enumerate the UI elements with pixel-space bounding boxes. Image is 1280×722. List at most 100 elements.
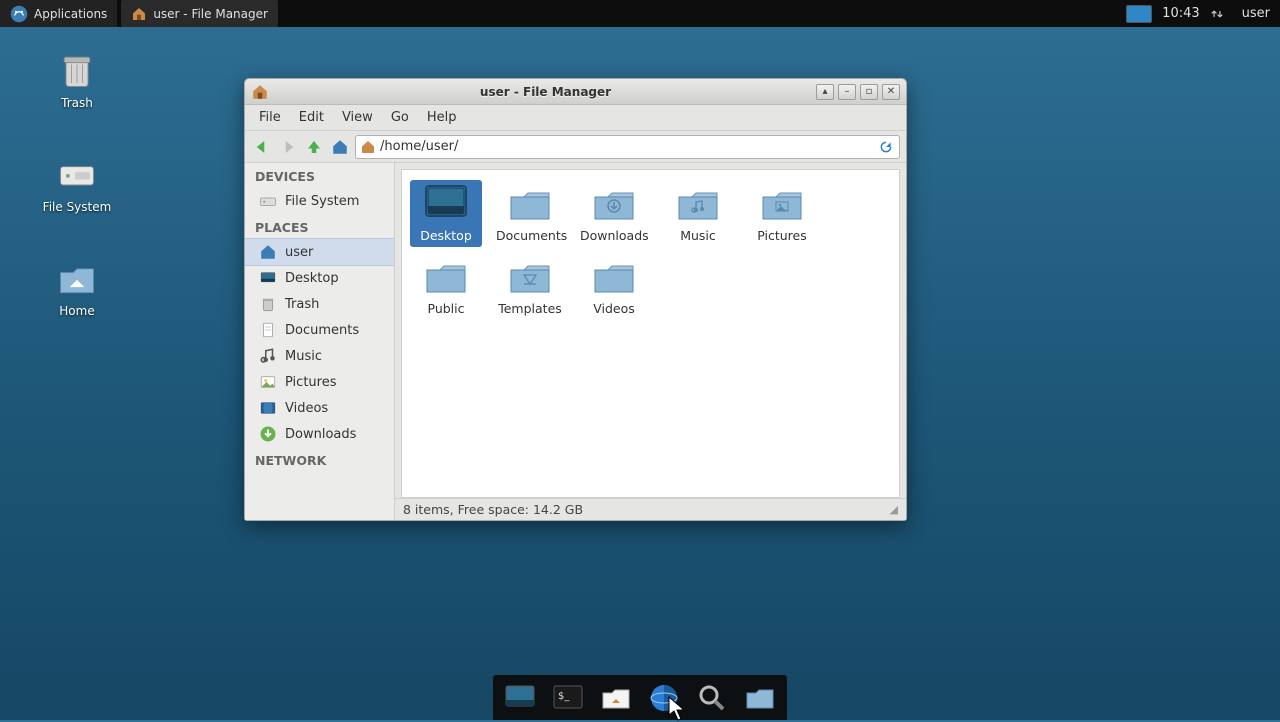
music-icon (259, 347, 277, 365)
sidebar-item-downloads[interactable]: Downloads (245, 421, 394, 447)
dock: $_ (493, 675, 787, 720)
folder-label: Templates (496, 301, 564, 316)
dock-user-folder[interactable] (741, 681, 779, 715)
location-bar[interactable]: /home/user/ (355, 135, 900, 159)
dock-app-finder[interactable] (693, 681, 731, 715)
folder-icon (506, 257, 554, 297)
dock-web-browser[interactable] (645, 681, 683, 715)
folder-icon (590, 257, 638, 297)
folder-label: Pictures (748, 228, 816, 243)
window-title: user - File Manager (275, 85, 816, 99)
file-manager-body: DEVICES File System PLACES userDesktopTr… (245, 163, 906, 520)
trash-icon (259, 295, 277, 313)
sidebar-item-label: Documents (285, 323, 359, 338)
home-icon (360, 139, 376, 155)
folder-label: Videos (580, 301, 648, 316)
sidebar-item-label: Downloads (285, 427, 356, 442)
dock-file-manager[interactable] (597, 681, 635, 715)
window-close-button[interactable]: ✕ (882, 84, 900, 100)
statusbar-text: 8 items, Free space: 14.2 GB (403, 502, 583, 517)
folder-pictures[interactable]: Pictures (746, 180, 818, 247)
folder-label: Desktop (412, 228, 480, 243)
taskbar-item-label: user - File Manager (153, 7, 268, 21)
menu-help[interactable]: Help (419, 107, 465, 128)
xfce-logo-icon (10, 5, 28, 23)
pictures-icon (259, 373, 277, 391)
window-maximize-button[interactable]: ▫ (860, 84, 878, 100)
sidebar-item-label: Music (285, 349, 322, 364)
network-icon[interactable] (1210, 7, 1224, 21)
taskbar-item-file-manager[interactable]: user - File Manager (121, 0, 278, 27)
home-icon (131, 6, 147, 22)
content-wrap: Desktop Documents Downloads Music Pictures Pu… (395, 163, 906, 520)
applications-menu-button[interactable]: Applications (0, 0, 117, 27)
folder-templates[interactable]: Templates (494, 253, 566, 320)
toolbar: /home/user/ (245, 131, 906, 163)
sidebar-item-videos[interactable]: Videos (245, 395, 394, 421)
sidebar-heading-devices: DEVICES (245, 163, 394, 188)
menu-file[interactable]: File (251, 107, 289, 128)
folder-documents[interactable]: Documents (494, 180, 566, 247)
folder-label: Public (412, 301, 480, 316)
menu-go[interactable]: Go (383, 107, 417, 128)
dock-show-desktop[interactable] (501, 681, 539, 715)
home-button[interactable] (329, 136, 351, 158)
home-icon (259, 243, 277, 261)
menu-edit[interactable]: Edit (291, 107, 332, 128)
window-minimize-button[interactable]: – (838, 84, 856, 100)
sidebar-item-filesystem[interactable]: File System (245, 188, 394, 214)
folder-icon (590, 184, 638, 224)
folder-music[interactable]: Music (662, 180, 734, 247)
menubar: File Edit View Go Help (245, 105, 906, 131)
folder-public[interactable]: Public (410, 253, 482, 320)
sidebar-item-label: Videos (285, 401, 328, 416)
drive-icon (259, 192, 277, 210)
window-controls: ▴ – ▫ ✕ (816, 84, 900, 100)
resize-grip[interactable]: ◢ (890, 503, 898, 516)
folder-label: Music (664, 228, 732, 243)
user-menu[interactable]: user (1234, 6, 1270, 21)
top-panel: Applications user - File Manager 10:43 u… (0, 0, 1280, 27)
file-manager-window: user - File Manager ▴ – ▫ ✕ File Edit Vi… (244, 78, 907, 521)
sidebar-item-trash[interactable]: Trash (245, 291, 394, 317)
home-icon (251, 83, 269, 101)
sidebar-heading-network: NETWORK (245, 447, 394, 472)
desktop-icon (259, 269, 277, 287)
sidebar-item-documents[interactable]: Documents (245, 317, 394, 343)
drive-icon (55, 152, 99, 196)
folder-view[interactable]: Desktop Documents Downloads Music Pictures Pu… (401, 169, 900, 498)
sidebar-item-user[interactable]: user (245, 239, 394, 265)
dock-terminal[interactable]: $_ (549, 681, 587, 715)
home-folder-icon (55, 256, 99, 300)
panel-tray: 10:43 user (1126, 0, 1280, 27)
back-button[interactable] (251, 136, 273, 158)
menu-view[interactable]: View (334, 107, 381, 128)
folder-downloads[interactable]: Downloads (578, 180, 650, 247)
titlebar[interactable]: user - File Manager ▴ – ▫ ✕ (245, 79, 906, 105)
desktop-icon-label: File System (32, 200, 122, 214)
sidebar-heading-places: PLACES (245, 214, 394, 239)
reload-button[interactable] (877, 138, 895, 156)
trash-icon (55, 48, 99, 92)
window-rollup-button[interactable]: ▴ (816, 84, 834, 100)
clock[interactable]: 10:43 (1162, 6, 1199, 21)
videos-icon (259, 399, 277, 417)
workspace-switcher[interactable] (1126, 5, 1152, 23)
sidebar-item-desktop[interactable]: Desktop (245, 265, 394, 291)
folder-label: Downloads (580, 228, 648, 243)
desktop-icon-home[interactable]: Home (32, 256, 122, 318)
sidebar-item-pictures[interactable]: Pictures (245, 369, 394, 395)
downloads-icon (259, 425, 277, 443)
folder-icon (674, 184, 722, 224)
folder-videos[interactable]: Videos (578, 253, 650, 320)
folder-label: Documents (496, 228, 564, 243)
desktop-icon-label: Home (32, 304, 122, 318)
folder-desktop[interactable]: Desktop (410, 180, 482, 247)
parent-dir-button[interactable] (303, 136, 325, 158)
forward-button[interactable] (277, 136, 299, 158)
desktop-icon-trash[interactable]: Trash (32, 48, 122, 110)
location-path: /home/user/ (380, 139, 873, 154)
sidebar-item-music[interactable]: Music (245, 343, 394, 369)
sidebar-item-label: Trash (285, 297, 319, 312)
desktop-icon-filesystem[interactable]: File System (32, 152, 122, 214)
